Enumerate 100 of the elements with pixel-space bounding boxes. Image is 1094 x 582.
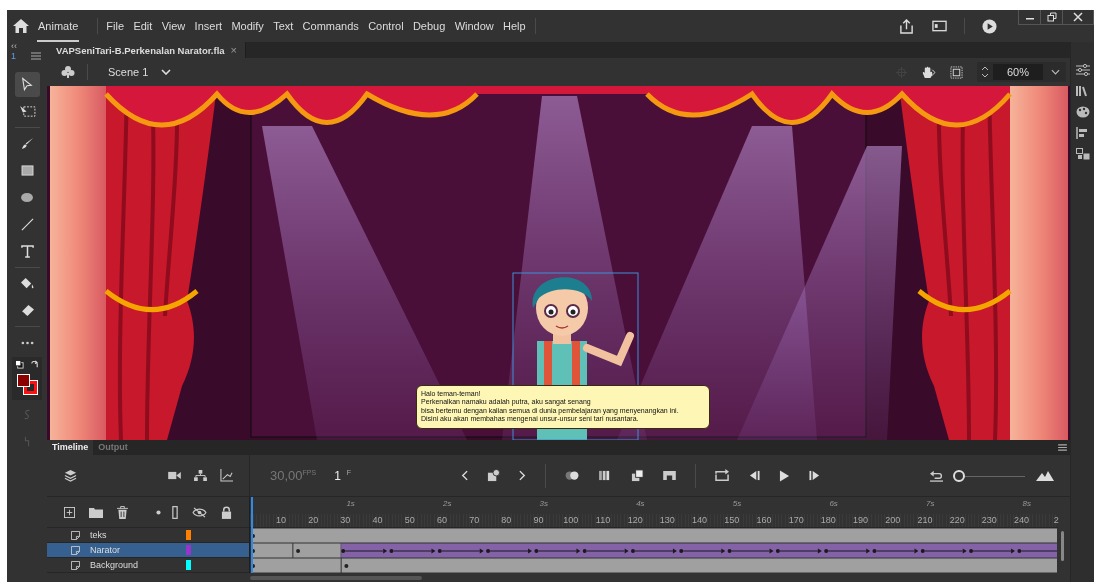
eraser-icon: [19, 304, 35, 317]
folder-icon[interactable]: [89, 506, 103, 518]
seconds-label: 8s: [1022, 499, 1032, 508]
frame-number: 240: [1014, 515, 1030, 525]
onion-skin-icon[interactable]: [564, 470, 580, 481]
frame-number: 200: [885, 515, 901, 525]
frame-icon[interactable]: [662, 471, 676, 480]
collapse-toggle[interactable]: ‹‹: [11, 42, 47, 51]
keyframe-dot[interactable]: [296, 549, 301, 553]
keyframe-dot[interactable]: [344, 564, 349, 568]
step-forward-icon[interactable]: [808, 470, 820, 481]
paint-bucket-icon: [19, 277, 35, 290]
line-icon: [20, 218, 34, 231]
frame-divider: [292, 543, 294, 558]
chevron-left-icon[interactable]: [460, 470, 468, 481]
frame-number: 160: [756, 515, 772, 525]
menu-item[interactable]: Control: [368, 20, 404, 32]
layer-icon: [71, 545, 80, 555]
hand-icon[interactable]: [921, 65, 936, 79]
loop-icon[interactable]: [714, 469, 730, 482]
lock-icon[interactable]: [221, 505, 232, 519]
dot-icon[interactable]: [156, 509, 161, 515]
step-back-icon[interactable]: [748, 470, 760, 481]
scrollbar-thumb[interactable]: [1061, 531, 1064, 561]
menu-item[interactable]: Commands: [302, 20, 359, 32]
panel-layout-icon[interactable]: [932, 20, 947, 32]
test-movie-icon[interactable]: [982, 18, 997, 34]
frame-number: 60: [436, 515, 447, 525]
share-icon[interactable]: [899, 18, 914, 34]
menu-item[interactable]: File: [106, 20, 125, 32]
chevron-down-icon[interactable]: [1051, 69, 1060, 75]
frame-number: 110: [595, 515, 611, 525]
frame-number: 130: [659, 515, 675, 525]
current-frame-field[interactable]: 1 $^{F}$: [334, 468, 352, 483]
zoom-field[interactable]: 60%: [993, 64, 1043, 80]
hidden-eye-icon[interactable]: [192, 506, 207, 518]
timeline-zoom-slider[interactable]: [953, 469, 1025, 482]
menu-item[interactable]: Debug: [412, 20, 446, 32]
slider-thumb[interactable]: [953, 469, 965, 482]
insert-keyframe-icon[interactable]: [486, 469, 500, 482]
menu-item[interactable]: Edit: [133, 20, 153, 32]
chevron-down-icon[interactable]: [161, 69, 172, 75]
outline-icon[interactable]: [172, 505, 178, 519]
align-icon[interactable]: [1076, 127, 1090, 139]
menu-item[interactable]: Insert: [194, 20, 223, 32]
palette-icon[interactable]: [1076, 106, 1090, 118]
frame-number: 220: [949, 515, 965, 525]
library-icon[interactable]: [1076, 85, 1090, 97]
graph-icon[interactable]: [220, 469, 233, 482]
close-icon: [1073, 12, 1083, 22]
scrollbar-thumb[interactable]: [250, 576, 422, 580]
swap-colors-icon[interactable]: [30, 360, 39, 369]
chevron-right-icon[interactable]: [518, 470, 526, 481]
play-icon[interactable]: [778, 469, 790, 482]
zoom-stepper-icon[interactable]: [981, 65, 989, 79]
camera-icon[interactable]: [168, 471, 181, 480]
mountains-icon[interactable]: [1036, 470, 1054, 481]
restore-icon: [1046, 12, 1057, 22]
frame-number: 170: [788, 515, 804, 525]
symbol-icon[interactable]: [61, 65, 75, 79]
panel-tab[interactable]: Timeline: [47, 440, 94, 455]
layers-icon[interactable]: [64, 469, 77, 482]
layer-color-tag[interactable]: [186, 560, 191, 570]
duplicate-icon[interactable]: [630, 469, 644, 482]
seconds-label: 7s: [925, 499, 935, 508]
frame-number: 30: [340, 515, 351, 525]
fill-color-swatch[interactable]: [17, 374, 30, 387]
seconds-label: 3s: [539, 499, 549, 508]
menu-item[interactable]: Modify: [231, 20, 264, 32]
properties-icon[interactable]: [1076, 64, 1090, 76]
layer-icon: [71, 530, 80, 540]
layer-color-tag[interactable]: [186, 545, 191, 555]
layer-row[interactable]: Narator: [47, 543, 249, 558]
frame-number: 2: [1053, 515, 1059, 525]
tool-button[interactable]: [14, 72, 40, 97]
text-tool-icon: [20, 245, 34, 258]
layer-color-tag[interactable]: [186, 530, 191, 540]
undo-icon[interactable]: [929, 469, 944, 482]
frame-span[interactable]: [251, 543, 342, 558]
menu-icon[interactable]: [1058, 444, 1067, 451]
menu-item[interactable]: Help: [503, 20, 526, 32]
menu-item[interactable]: Window: [454, 20, 494, 32]
document-tab[interactable]: VAPSeniTari-B.Perkenalan Narator.fla ×: [47, 42, 247, 58]
components-icon[interactable]: [1076, 148, 1090, 160]
menu-item[interactable]: View: [161, 20, 186, 32]
frame-number: 210: [917, 515, 933, 525]
home-icon[interactable]: [13, 19, 29, 33]
layer-row[interactable]: Background: [47, 558, 249, 573]
menu-item[interactable]: Text: [273, 20, 294, 32]
clip-stage-icon[interactable]: [950, 65, 963, 79]
trash-icon[interactable]: [117, 505, 128, 519]
scene-name[interactable]: Scene 1: [108, 66, 149, 78]
frame-number: 90: [533, 515, 544, 525]
frame-number: 120: [627, 515, 643, 525]
frame-number: 190: [853, 515, 869, 525]
hierarchy-icon[interactable]: [194, 470, 207, 481]
default-colors-icon[interactable]: [15, 360, 24, 369]
edit-multiple-frames-icon[interactable]: [598, 470, 612, 481]
new-layer-icon[interactable]: [64, 506, 75, 518]
free-transform-icon: [18, 105, 36, 118]
